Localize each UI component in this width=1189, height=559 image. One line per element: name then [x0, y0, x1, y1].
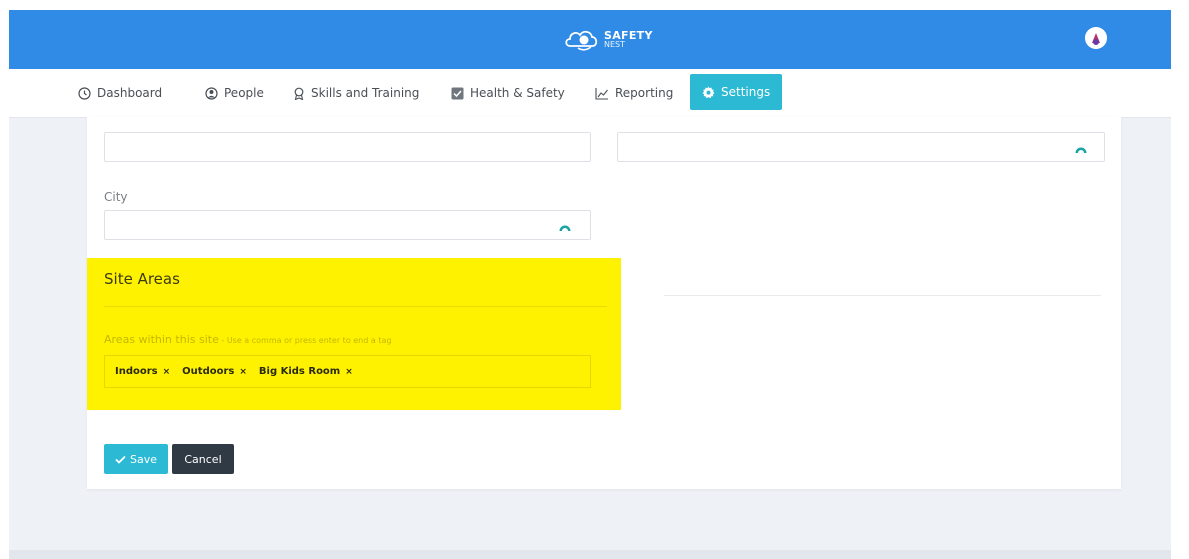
main-nav: Dashboard People Skills and Training Hea…: [9, 69, 1171, 118]
line-chart-icon: [595, 87, 608, 100]
remove-tag-icon[interactable]: ×: [163, 367, 171, 377]
checkmark-icon: [115, 455, 126, 464]
areas-hint-text: - Use a comma or press enter to end a ta…: [218, 336, 392, 345]
brand-name-line1: SAFETY: [604, 28, 653, 42]
city-label: City: [104, 190, 128, 204]
remove-tag-icon[interactable]: ×: [345, 367, 353, 377]
areas-label-text: Areas within this site: [104, 333, 219, 346]
areas-tag-input[interactable]: Indoors × Outdoors × Big Kids Room ×: [104, 355, 591, 388]
section-separator: [104, 306, 607, 307]
page-footer-shade: [9, 550, 1171, 559]
brand-logo[interactable]: SAFETY NEST: [564, 24, 653, 54]
site-areas-section: Site Areas Areas within this site - Use …: [87, 258, 621, 410]
award-icon: [294, 87, 304, 100]
nav-people[interactable]: People: [205, 77, 264, 109]
city-field[interactable]: [104, 210, 591, 240]
nav-people-label: People: [224, 86, 264, 100]
tag-item: Indoors ×: [115, 366, 170, 377]
postcode-field[interactable]: [617, 132, 1105, 162]
nav-dashboard-label: Dashboard: [97, 86, 163, 100]
brand-name: SAFETY NEST: [604, 30, 653, 49]
checkbox-icon: [451, 87, 464, 99]
nav-skills-label: Skills and Training: [311, 86, 420, 100]
nav-reporting[interactable]: Reporting: [595, 77, 673, 109]
nav-health-label: Health & Safety: [470, 86, 565, 100]
tag-item: Outdoors ×: [182, 366, 247, 377]
areas-field-label: Areas within this site - Use a comma or …: [104, 333, 391, 346]
remove-tag-icon[interactable]: ×: [239, 367, 247, 377]
nav-health-and-safety[interactable]: Health & Safety: [451, 77, 565, 109]
suburb-field[interactable]: [104, 132, 591, 162]
section-divider: [664, 295, 1101, 296]
cancel-button[interactable]: Cancel: [172, 444, 234, 474]
tag-label: Indoors: [115, 366, 158, 377]
dashboard-icon: [78, 86, 91, 100]
nav-reporting-label: Reporting: [615, 86, 674, 100]
save-button-label: Save: [129, 452, 157, 466]
nav-settings-label: Settings: [721, 85, 771, 99]
user-circle-icon: [205, 86, 218, 100]
nav-skills-and-training[interactable]: Skills and Training: [293, 77, 419, 109]
user-avatar-icon: [1085, 27, 1107, 49]
tag-item: Big Kids Room ×: [259, 366, 353, 377]
tag-label: Big Kids Room: [258, 366, 341, 377]
site-areas-title: Site Areas: [104, 270, 180, 288]
tag-label: Outdoors: [182, 366, 235, 377]
spinner-icon: [559, 225, 571, 231]
nav-settings[interactable]: Settings: [690, 74, 783, 110]
top-header: SAFETY NEST: [9, 10, 1171, 69]
brand-name-line2: NEST: [604, 39, 626, 49]
gear-icon: [702, 86, 715, 98]
safety-nest-logo-icon: [565, 30, 598, 51]
nav-dashboard[interactable]: Dashboard: [78, 77, 162, 109]
cancel-button-label: Cancel: [184, 452, 222, 466]
user-avatar[interactable]: [1085, 27, 1107, 49]
save-button[interactable]: Save: [104, 444, 168, 474]
spinner-icon: [1075, 147, 1087, 153]
app-window: SAFETY NEST Dashboard People Skills and …: [9, 10, 1171, 559]
